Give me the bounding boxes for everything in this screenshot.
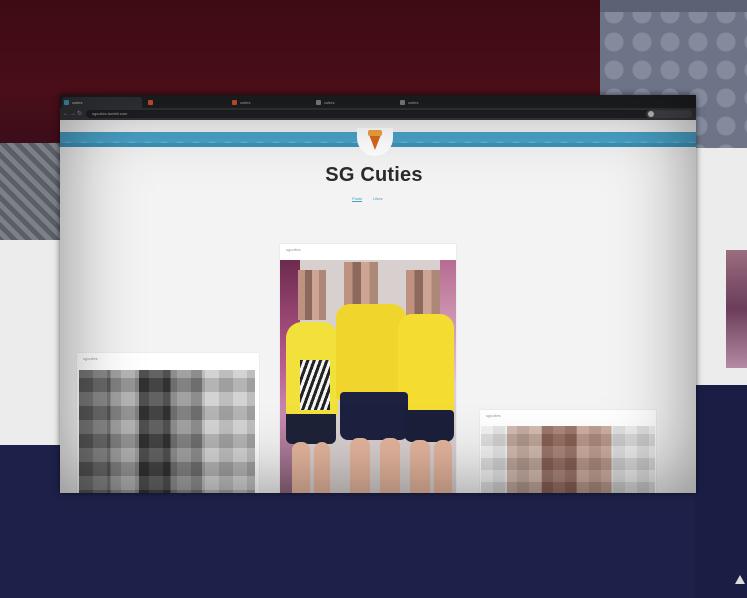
jersey-pattern [300,360,330,410]
shorts [340,392,408,440]
profile-button[interactable] [646,110,692,118]
leg [292,442,310,493]
post-caption: sgcuties [83,356,98,361]
browser-tab-1[interactable]: cuties [62,97,142,108]
background-photo-right [726,250,747,368]
tab-bar: cuties cuties cuties cuties [60,95,696,108]
post-card[interactable]: sgcuties [280,244,456,493]
blog-page: SG Cuties Posts Likes sgcuties sgcuties [60,120,696,493]
nav-link-posts[interactable]: Posts [352,196,363,202]
back-icon[interactable]: ← [63,110,69,118]
pixelated-photo [79,370,255,493]
tab-label: cuties [324,100,335,105]
group-photo [280,260,456,493]
blog-nav: Posts Likes [352,196,392,202]
blog-title: SG Cuties [325,164,423,186]
tab-label: cuties [72,100,83,105]
url-input[interactable]: sgcuties.tumblr.com [86,110,656,118]
leg [350,438,370,493]
forward-icon[interactable]: → [70,110,76,118]
tab-favicon-icon [400,100,405,105]
shorts [404,410,454,442]
tab-favicon-icon [232,100,237,105]
reload-icon[interactable]: ↻ [77,110,82,118]
pixelated-photo [481,426,655,493]
background-pattern-left [0,143,62,243]
background-bottom-right [695,385,747,598]
post-caption: sgcuties [286,247,301,252]
ice-cream-cone-icon [368,130,382,150]
shorts [286,414,336,444]
leg [434,440,452,493]
leg [314,442,330,493]
browser-tab-4[interactable]: cuties [314,97,394,108]
tab-label: cuties [240,100,251,105]
leg [410,440,430,493]
jersey [336,304,406,400]
blog-avatar[interactable] [357,128,393,156]
triangle-mark-icon [735,575,745,584]
tab-favicon-icon [316,100,321,105]
browser-tab-2[interactable] [146,97,226,108]
browser-tab-5[interactable]: cuties [398,97,478,108]
pixelated-face [298,270,326,320]
tab-label: cuties [408,100,419,105]
tab-favicon-icon [64,100,69,105]
address-bar-row: ← → ↻ sgcuties.tumblr.com [60,108,696,120]
post-card[interactable]: sgcuties [77,353,259,493]
browser-window: cuties cuties cuties cuties ← → ↻ sgcuti… [60,95,696,493]
browser-tab-3[interactable]: cuties [230,97,310,108]
nav-link-likes[interactable]: Likes [373,196,382,201]
post-card[interactable]: sgcuties [480,410,656,493]
leg [380,438,400,493]
post-caption: sgcuties [486,413,501,418]
tab-favicon-icon [148,100,153,105]
